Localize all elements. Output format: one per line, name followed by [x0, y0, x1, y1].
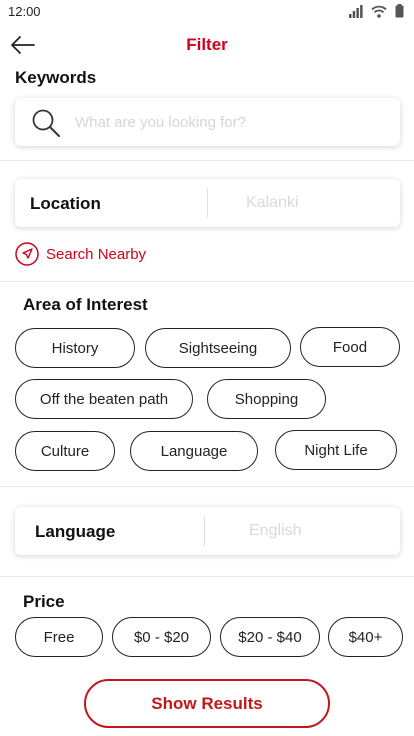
divider	[0, 576, 414, 577]
language-field[interactable]: Language English	[15, 507, 400, 555]
search-icon	[32, 109, 60, 137]
divider	[0, 486, 414, 487]
search-nearby-label: Search Nearby	[46, 245, 147, 263]
price-chip-20-40[interactable]: $20 - $40	[220, 617, 320, 657]
language-label: Language	[35, 522, 116, 541]
interest-chip-shopping[interactable]: Shopping	[207, 379, 326, 419]
field-separator	[204, 516, 205, 546]
page-title: Filter	[186, 35, 228, 54]
wifi-icon	[371, 5, 387, 18]
status-time: 12:00	[8, 4, 41, 19]
location-label: Location	[30, 194, 101, 213]
show-results-button[interactable]: Show Results	[84, 679, 330, 728]
status-bar: 12:00	[0, 0, 414, 24]
interest-chip-history[interactable]: History	[15, 328, 135, 368]
language-value: English	[249, 522, 302, 539]
keywords-search-box	[15, 98, 400, 146]
status-icons	[349, 4, 404, 18]
price-chip-0-20[interactable]: $0 - $20	[112, 617, 211, 657]
battery-icon	[395, 4, 404, 18]
keywords-label: Keywords	[15, 68, 97, 87]
price-chip-40-plus[interactable]: $40+	[328, 617, 403, 657]
navigation-arrow-icon	[15, 242, 39, 266]
interest-chip-off-the-beaten-path[interactable]: Off the beaten path	[15, 379, 193, 419]
location-value: Kalanki	[246, 194, 299, 211]
interest-chip-food[interactable]: Food	[300, 327, 400, 367]
price-label: Price	[23, 592, 65, 611]
divider	[0, 160, 414, 161]
area-of-interest-label: Area of Interest	[23, 295, 148, 314]
search-nearby-button[interactable]: Search Nearby	[15, 242, 146, 266]
interest-chip-language[interactable]: Language	[130, 431, 258, 471]
location-field[interactable]: Location Kalanki	[15, 179, 400, 227]
interest-chip-sightseeing[interactable]: Sightseeing	[145, 328, 291, 368]
header: Filter	[0, 26, 414, 64]
divider	[0, 281, 414, 282]
price-chip-free[interactable]: Free	[15, 617, 103, 657]
signal-icon	[349, 4, 363, 18]
interest-chip-culture[interactable]: Culture	[15, 431, 115, 471]
field-separator	[207, 188, 208, 218]
keywords-search-input[interactable]	[75, 110, 375, 134]
interest-chip-night-life[interactable]: Night Life	[275, 430, 397, 470]
